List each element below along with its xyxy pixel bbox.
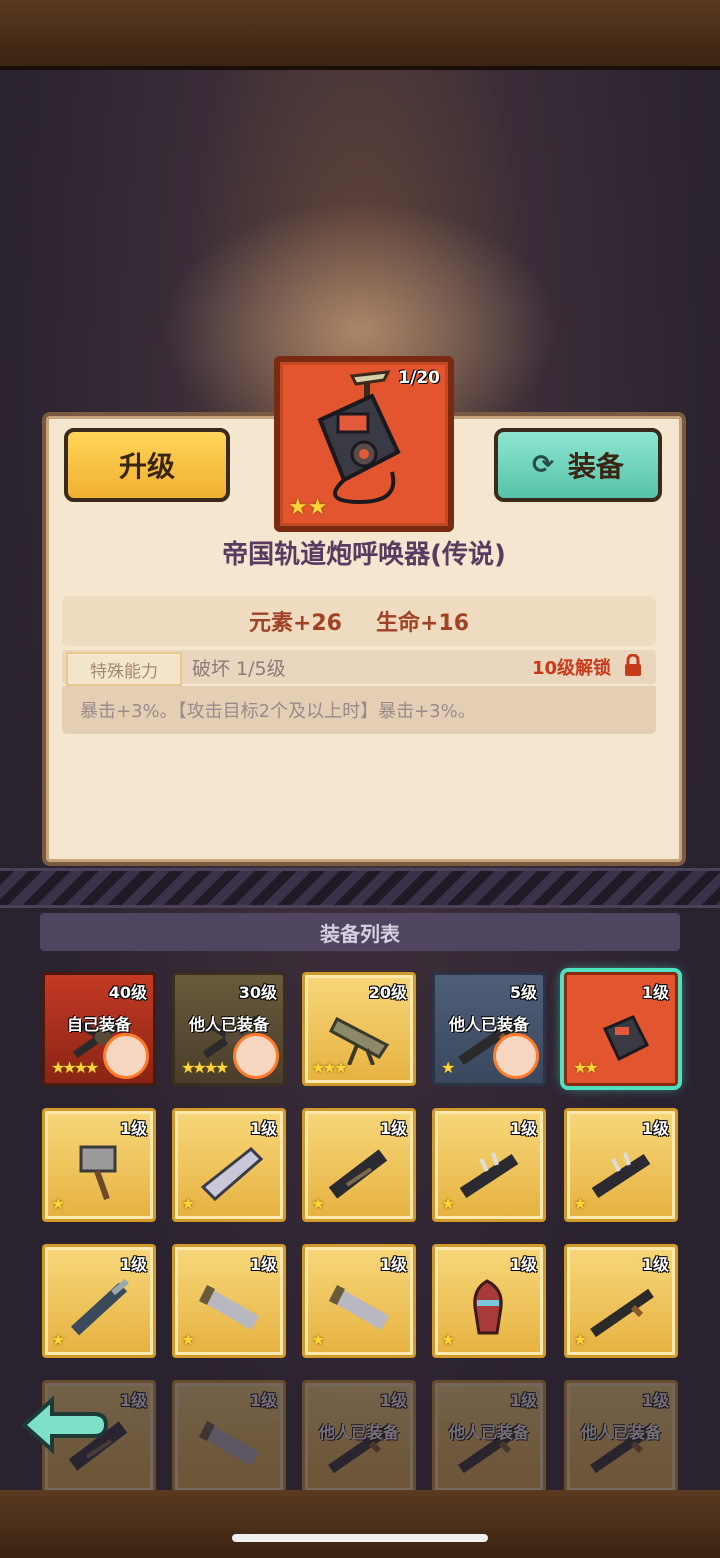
top-frame: [0, 0, 720, 70]
equipment-slot[interactable]: 1级 ★: [172, 1108, 286, 1222]
spiked-gun-icon: [591, 1152, 651, 1199]
slot-level: 1级: [641, 1119, 669, 1138]
slot-stars: ★: [441, 1330, 455, 1349]
equipment-slot[interactable]: 40级自己装备 ★★★★: [42, 972, 156, 1086]
slot-level: 30级: [238, 983, 277, 1002]
ability-description: 暴击+3%。【攻击目标2个及以上时】暴击+3%。: [62, 686, 656, 734]
selected-item-icon: 1/20 ★★: [274, 356, 454, 532]
slot-stars: ★: [311, 1330, 325, 1349]
equipment-slot[interactable]: 1级 ★: [172, 1244, 286, 1358]
equipment-slot[interactable]: 1级 ★: [42, 1108, 156, 1222]
slot-stars: ★★★★: [51, 1058, 99, 1077]
slot-stars: ★: [51, 1330, 65, 1349]
blade-icon: [200, 1146, 264, 1201]
slot-level: 20级: [368, 983, 407, 1002]
ability-name: 破坏 1/5级: [192, 658, 286, 680]
slot-status: 他人已装备: [580, 1423, 661, 1442]
slot-level: 1级: [641, 1255, 669, 1274]
drill-gun-icon: [70, 1278, 129, 1336]
stat-element: 元素+26: [248, 611, 342, 636]
slot-stars: ★★★★: [181, 1058, 229, 1077]
equipment-list-header: 装备列表: [40, 913, 680, 951]
equipment-slot[interactable]: 1级 ★: [432, 1244, 546, 1358]
slot-stars: ★: [441, 1194, 455, 1213]
slot-stars: ★: [51, 1194, 65, 1213]
slot-level: 1级: [641, 983, 669, 1002]
back-arrow-icon[interactable]: [18, 1392, 110, 1458]
slot-level: 1级: [379, 1391, 407, 1410]
slot-level: 1级: [119, 1391, 147, 1410]
equip-button[interactable]: ⟳ 装备: [494, 428, 662, 502]
slot-status: 他人已装备: [448, 1423, 529, 1442]
equipment-slot[interactable]: 20级 ★★★: [302, 972, 416, 1086]
swap-icon: ⟳: [532, 450, 554, 480]
upgrade-button[interactable]: 升级: [64, 428, 230, 502]
equipment-slot[interactable]: 1级 ★: [564, 1244, 678, 1358]
item-stars: ★★: [288, 495, 328, 520]
equipment-slot[interactable]: 1级他人已装备: [432, 1380, 546, 1494]
equipment-slot[interactable]: 5级他人已装备 ★: [432, 972, 546, 1086]
slot-stars: ★★: [573, 1058, 599, 1077]
slot-level: 40级: [108, 983, 147, 1002]
cannon-icon: [329, 1016, 390, 1065]
slot-stars: ★: [181, 1330, 195, 1349]
spiked-gun-icon: [459, 1152, 519, 1199]
gatling-icon: [328, 1149, 388, 1199]
slot-stars: ★: [573, 1194, 587, 1213]
bottom-frame: [0, 1490, 720, 1558]
equipment-slot[interactable]: 1级 ★★: [560, 968, 682, 1090]
upgrade-label: 升级: [118, 450, 175, 483]
slot-stars: ★★★: [311, 1058, 348, 1077]
avatar-red-hair: [103, 1033, 149, 1079]
equipment-slot[interactable]: 1级 ★: [42, 1244, 156, 1358]
item-stats: 元素+26 生命+16: [62, 596, 656, 646]
shell-icon: [473, 1279, 503, 1335]
equipment-slot[interactable]: 1级他人已装备: [564, 1380, 678, 1494]
slot-level: 1级: [249, 1255, 277, 1274]
equipment-slot[interactable]: 1级 ★: [302, 1108, 416, 1222]
slot-level: 1级: [379, 1255, 407, 1274]
slot-status: 他人已装备: [448, 1015, 529, 1034]
bazooka-icon: [328, 1284, 389, 1330]
home-indicator[interactable]: [232, 1534, 488, 1542]
slot-stars: ★: [311, 1194, 325, 1213]
slot-level: 1级: [509, 1255, 537, 1274]
rifle-icon: [590, 1288, 654, 1337]
rail-divider: [0, 868, 720, 908]
slot-level: 5级: [509, 983, 537, 1002]
stat-life: 生命+16: [376, 611, 470, 636]
slot-status: 他人已装备: [318, 1423, 399, 1442]
equipment-slot[interactable]: 30级他人已装备 ★★★★: [172, 972, 286, 1086]
slot-stars: ★: [181, 1194, 195, 1213]
lock-icon: [625, 654, 641, 676]
slot-level: 1级: [119, 1255, 147, 1274]
slot-status: 自己装备: [66, 1015, 131, 1034]
hammer-icon: [79, 1145, 117, 1201]
slot-level: 1级: [509, 1119, 537, 1138]
avatar-monster: [493, 1033, 539, 1079]
item-counter: 1/20: [398, 368, 440, 388]
slot-status: 他人已装备: [188, 1015, 269, 1034]
slot-level: 1级: [641, 1391, 669, 1410]
ability-tag: 特殊能力: [66, 652, 182, 686]
equipment-slot[interactable]: 1级 ★: [432, 1108, 546, 1222]
slot-level: 1级: [379, 1119, 407, 1138]
unlock-text: 10级解锁: [532, 658, 612, 679]
summoner-icon: [602, 1015, 650, 1062]
slot-level: 1级: [509, 1391, 537, 1410]
equipment-slot[interactable]: 1级 ★: [564, 1108, 678, 1222]
avatar-white-hair: [233, 1033, 279, 1079]
slot-stars: ★: [573, 1330, 587, 1349]
equipment-slot[interactable]: 1级 ★: [302, 1244, 416, 1358]
equipment-slot[interactable]: 1级他人已装备: [302, 1380, 416, 1494]
slot-stars: ★: [441, 1058, 455, 1077]
equipment-slot[interactable]: 1级: [172, 1380, 286, 1494]
slot-level: 1级: [249, 1391, 277, 1410]
bazooka-icon: [198, 1284, 259, 1330]
slot-level: 1级: [249, 1119, 277, 1138]
item-name: 帝国轨道炮呼唤器(传说): [222, 540, 506, 570]
equip-label: 装备: [567, 450, 624, 483]
slot-level: 1级: [119, 1119, 147, 1138]
bazooka-icon: [198, 1420, 259, 1466]
